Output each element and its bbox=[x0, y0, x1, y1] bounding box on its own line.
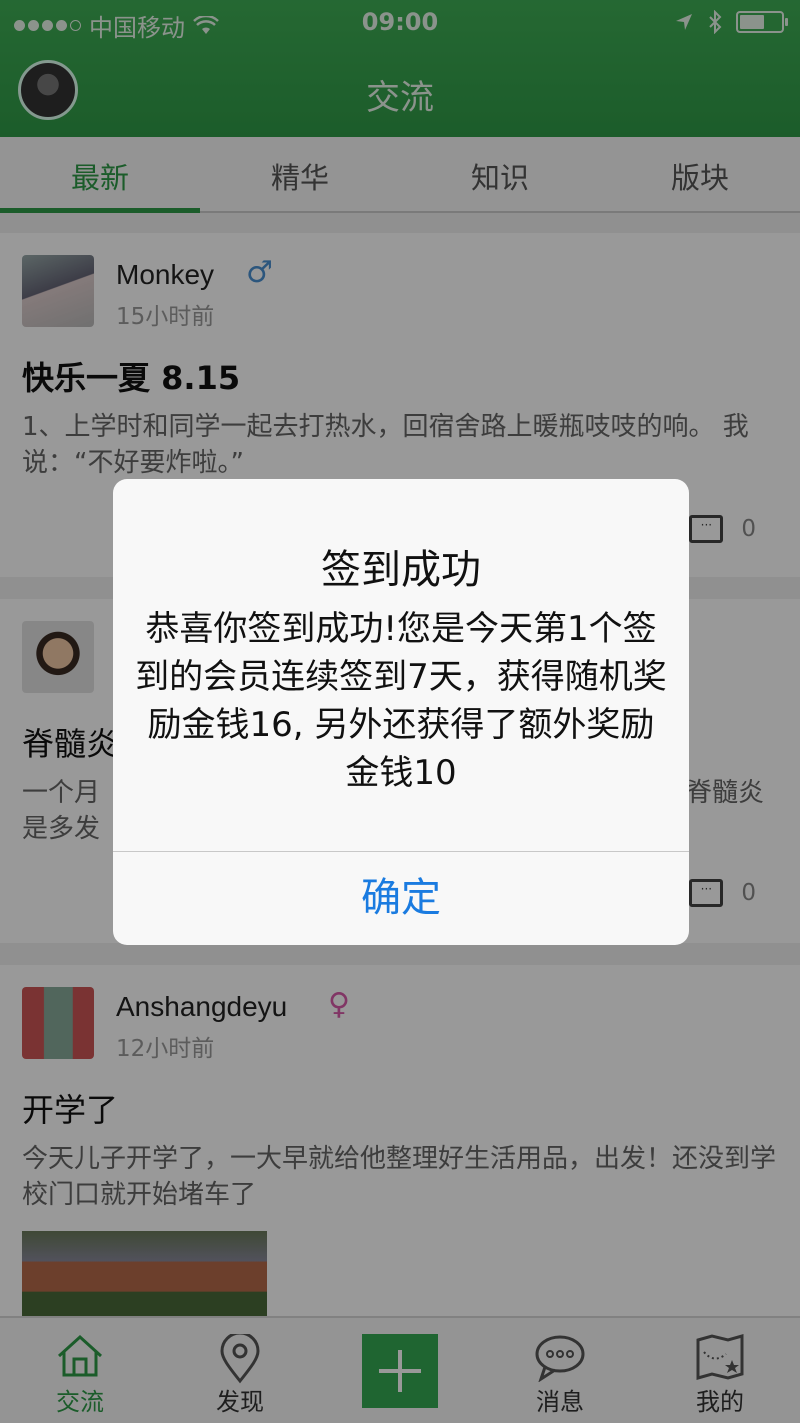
confirm-button[interactable]: 确定 bbox=[113, 851, 689, 945]
dialog-title: 签到成功 bbox=[321, 547, 481, 593]
checkin-success-dialog: 签到成功 恭喜你签到成功!您是今天第1个签到的会员连续签到7天，获得随机奖励金钱… bbox=[113, 479, 689, 945]
dialog-message: 恭喜你签到成功!您是今天第1个签到的会员连续签到7天，获得随机奖励金钱16, 另… bbox=[135, 609, 667, 793]
